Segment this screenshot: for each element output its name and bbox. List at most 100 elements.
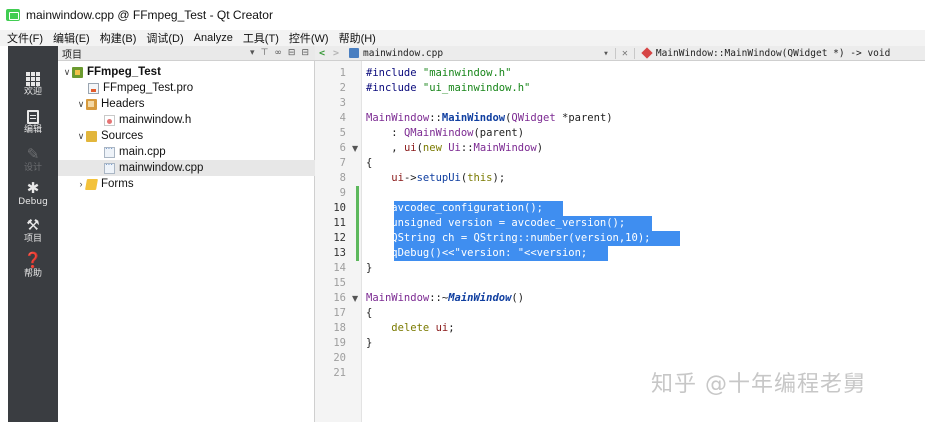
line-number: 14 xyxy=(333,262,346,274)
code-line-selected: avcodec_configuration(); xyxy=(366,202,544,214)
code-line: delete ui; xyxy=(391,322,455,334)
tree-item-project[interactable]: ∨ FFmpeg_Test xyxy=(58,64,315,80)
function-icon xyxy=(641,47,653,59)
line-number: 13 xyxy=(333,247,346,259)
line-number: 16 xyxy=(333,292,346,304)
code-line: : QMainWindow(parent) xyxy=(366,127,525,139)
tree-item-pro-file[interactable]: FFmpeg_Test.pro xyxy=(58,80,315,96)
line-number: 11 xyxy=(333,217,346,229)
menu-tools[interactable]: 工具(T) xyxy=(238,30,284,46)
tree-item-label: FFmpeg_Test.pro xyxy=(103,82,194,94)
edit-icon xyxy=(27,110,39,124)
pro-file-icon xyxy=(88,82,99,94)
window-title: mainwindow.cpp @ FFmpeg_Test - Qt Creato… xyxy=(26,8,273,22)
qt-creator-icon xyxy=(6,9,20,21)
wrench-icon: ⚒ xyxy=(26,216,40,234)
tree-item-mainwindow-h[interactable]: mainwindow.h xyxy=(58,112,315,128)
code-line: MainWindow::~MainWindow() xyxy=(366,292,525,304)
tree-item-label: mainwindow.cpp xyxy=(119,162,204,174)
line-number: 7 xyxy=(339,157,346,169)
header-file-icon xyxy=(104,114,115,126)
mode-help[interactable]: ❓ 帮助 xyxy=(8,252,58,280)
menu-help[interactable]: 帮助(H) xyxy=(334,30,381,46)
split-icon[interactable]: ⊟ xyxy=(288,48,296,58)
line-number: 1 xyxy=(339,67,346,79)
line-number: 19 xyxy=(333,337,346,349)
menu-analyze[interactable]: Analyze xyxy=(189,32,238,44)
code-line-selected: QString ch = QString::number(version,10)… xyxy=(366,232,651,244)
file-dropdown-icon[interactable]: ▾ xyxy=(603,48,609,59)
menu-edit[interactable]: 编辑(E) xyxy=(48,30,95,46)
mode-debug-label: Debug xyxy=(18,197,48,207)
watermark: 知乎 @十年编程老舅 xyxy=(651,372,866,397)
tree-item-forms[interactable]: › Forms xyxy=(58,176,315,192)
open-file-name[interactable]: mainwindow.cpp xyxy=(363,48,443,59)
line-number: 5 xyxy=(339,127,346,139)
mode-help-label: 帮助 xyxy=(23,269,42,279)
code-line: ui->setupUi(this); xyxy=(391,172,506,184)
title-bar: mainwindow.cpp @ FFmpeg_Test - Qt Creato… xyxy=(0,0,925,30)
current-function[interactable]: MainWindow::MainWindow(QWidget *) -> voi… xyxy=(656,48,891,59)
chevron-down-icon[interactable]: ∨ xyxy=(62,67,72,78)
line-number: 9 xyxy=(339,187,346,199)
mode-projects-label: 项目 xyxy=(23,234,42,244)
toolbar-separator xyxy=(633,47,635,59)
project-panel-tools: ▾ ⊤ ∞ ⊟ ⊟ xyxy=(250,48,315,58)
mode-edit-label: 编辑 xyxy=(23,125,42,135)
project-tree: ∨ FFmpeg_Test FFmpeg_Test.pro ∨ Headers … xyxy=(58,61,315,422)
line-number: 18 xyxy=(333,322,346,334)
tree-item-mainwindow-cpp[interactable]: mainwindow.cpp xyxy=(58,160,315,176)
close-panel-icon[interactable]: ⊟ xyxy=(301,48,309,58)
tree-item-label: main.cpp xyxy=(119,146,166,158)
line-number: 20 xyxy=(333,352,346,364)
tree-item-main-cpp[interactable]: main.cpp xyxy=(58,144,315,160)
menu-controls[interactable]: 控件(W) xyxy=(284,30,334,46)
fold-arrow-icon[interactable]: ▼ xyxy=(352,291,358,306)
project-panel-header: 项目 ▾ ⊤ ∞ ⊟ ⊟ xyxy=(58,46,315,61)
mode-design[interactable]: ✎ 设计 xyxy=(8,146,58,174)
mode-edit[interactable]: 编辑 xyxy=(8,108,58,136)
headers-folder-icon xyxy=(86,98,97,110)
line-number: 4 xyxy=(339,112,346,124)
help-icon: ❓ xyxy=(23,251,43,269)
tree-item-label: FFmpeg_Test xyxy=(87,66,161,78)
code-line: { xyxy=(366,157,373,169)
project-panel-title: 项目 xyxy=(62,49,82,61)
editor-toolbar: < > mainwindow.cpp ▾ ✕ MainWindow::MainW… xyxy=(315,46,925,61)
tree-item-label: Headers xyxy=(101,98,145,110)
line-number-gutter: 1 2 3 4 5 6 ▼ 7 8 9 10 11 12 13 14 15 16… xyxy=(315,61,362,422)
code-line: #include "mainwindow.h" xyxy=(366,67,512,79)
tree-item-headers[interactable]: ∨ Headers xyxy=(58,96,315,112)
modified-lines-marker xyxy=(356,186,359,261)
menu-build[interactable]: 构建(B) xyxy=(95,30,142,46)
menu-debug[interactable]: 调试(D) xyxy=(141,30,188,46)
grid-icon xyxy=(26,72,40,86)
pencil-icon: ✎ xyxy=(26,145,40,163)
menu-file[interactable]: 文件(F) xyxy=(2,30,48,46)
back-arrow-icon[interactable]: < xyxy=(315,48,329,59)
filter-icon[interactable]: ⊤ xyxy=(261,48,269,58)
dropdown-icon[interactable]: ▾ xyxy=(250,48,255,58)
file-type-icon xyxy=(349,48,359,58)
fold-arrow-icon[interactable]: ▼ xyxy=(352,141,358,156)
chevron-down-icon[interactable]: ∨ xyxy=(76,99,86,110)
tree-item-label: mainwindow.h xyxy=(119,114,192,126)
link-icon[interactable]: ∞ xyxy=(274,48,282,58)
tree-item-label: Forms xyxy=(101,178,134,190)
mode-design-label: 设计 xyxy=(23,163,42,173)
chevron-down-icon[interactable]: ∨ xyxy=(76,131,86,142)
mode-welcome[interactable]: 欢迎 xyxy=(8,70,58,98)
mode-debug[interactable]: ✱ Debug xyxy=(8,180,58,208)
tree-item-sources[interactable]: ∨ Sources xyxy=(58,128,315,144)
toolbar-separator xyxy=(614,47,616,59)
project-icon xyxy=(72,66,83,78)
line-number: 8 xyxy=(339,172,346,184)
sources-folder-icon xyxy=(86,130,97,142)
code-line: , ui(new Ui::MainWindow) xyxy=(366,142,544,154)
code-line-selected: qDebug()<<"version: "<<version; xyxy=(366,247,588,259)
mode-projects[interactable]: ⚒ 项目 xyxy=(8,217,58,245)
forward-arrow-icon[interactable]: > xyxy=(329,48,343,59)
menu-bar: 文件(F) 编辑(E) 构建(B) 调试(D) Analyze 工具(T) 控件… xyxy=(0,30,925,46)
close-icon[interactable]: ✕ xyxy=(622,48,628,59)
line-number: 15 xyxy=(333,277,346,289)
